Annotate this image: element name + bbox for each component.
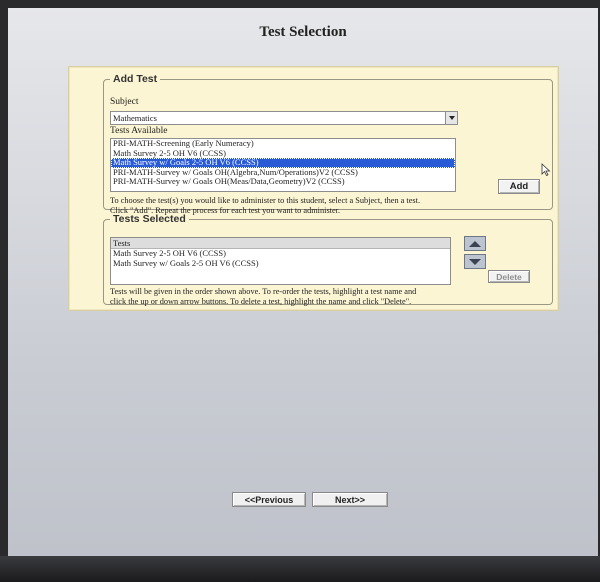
subject-label: Subject bbox=[110, 97, 139, 107]
tests-available-list[interactable]: PRI-MATH-Screening (Early Numeracy) Math… bbox=[110, 138, 456, 192]
tests-selected-legend: Tests Selected bbox=[113, 213, 186, 225]
add-instructions-line-1: To choose the test(s) you would like to … bbox=[110, 196, 421, 205]
monitor-bezel bbox=[0, 556, 600, 582]
previous-button[interactable]: <<Previous bbox=[232, 492, 306, 507]
selected-instructions-line-2: click the up or down arrow buttons. To d… bbox=[110, 296, 412, 306]
tests-selected-instructions: Tests will be given in the order shown a… bbox=[110, 287, 546, 306]
arrow-down-icon bbox=[469, 258, 481, 265]
list-item[interactable]: PRI-MATH-Survey w/ Goals OH(Meas/Data,Ge… bbox=[111, 176, 455, 187]
tests-selected-group: Tests Selected Tests Math Survey 2-5 OH … bbox=[103, 213, 553, 306]
selected-instructions-line-1: Tests will be given in the order shown a… bbox=[110, 287, 417, 296]
mouse-pointer-icon bbox=[541, 163, 551, 176]
screen: Test Selection Add Test Subject Mathemat… bbox=[8, 8, 598, 556]
tests-available-label: Tests Available bbox=[110, 126, 168, 136]
list-item[interactable]: Math Survey w/ Goals 2-5 OH V6 (CCSS) bbox=[111, 258, 450, 269]
next-button[interactable]: Next>> bbox=[312, 492, 388, 507]
delete-button[interactable]: Delete bbox=[488, 270, 530, 283]
add-button[interactable]: Add bbox=[498, 179, 540, 194]
subject-select-value: Mathematics bbox=[113, 113, 157, 123]
add-test-legend: Add Test bbox=[113, 73, 158, 85]
page-title: Test Selection bbox=[259, 24, 347, 40]
tests-selected-list[interactable]: Tests Math Survey 2-5 OH V6 (CCSS) Math … bbox=[110, 237, 451, 285]
test-selection-panel: Add Test Subject Mathematics Tests Avail… bbox=[68, 66, 559, 311]
add-test-group: Add Test Subject Mathematics Tests Avail… bbox=[103, 73, 553, 215]
move-down-button[interactable] bbox=[464, 254, 486, 269]
subject-select[interactable]: Mathematics bbox=[110, 111, 458, 125]
arrow-up-icon bbox=[469, 240, 481, 247]
move-up-button[interactable] bbox=[464, 236, 486, 251]
chevron-down-icon[interactable] bbox=[445, 112, 457, 124]
